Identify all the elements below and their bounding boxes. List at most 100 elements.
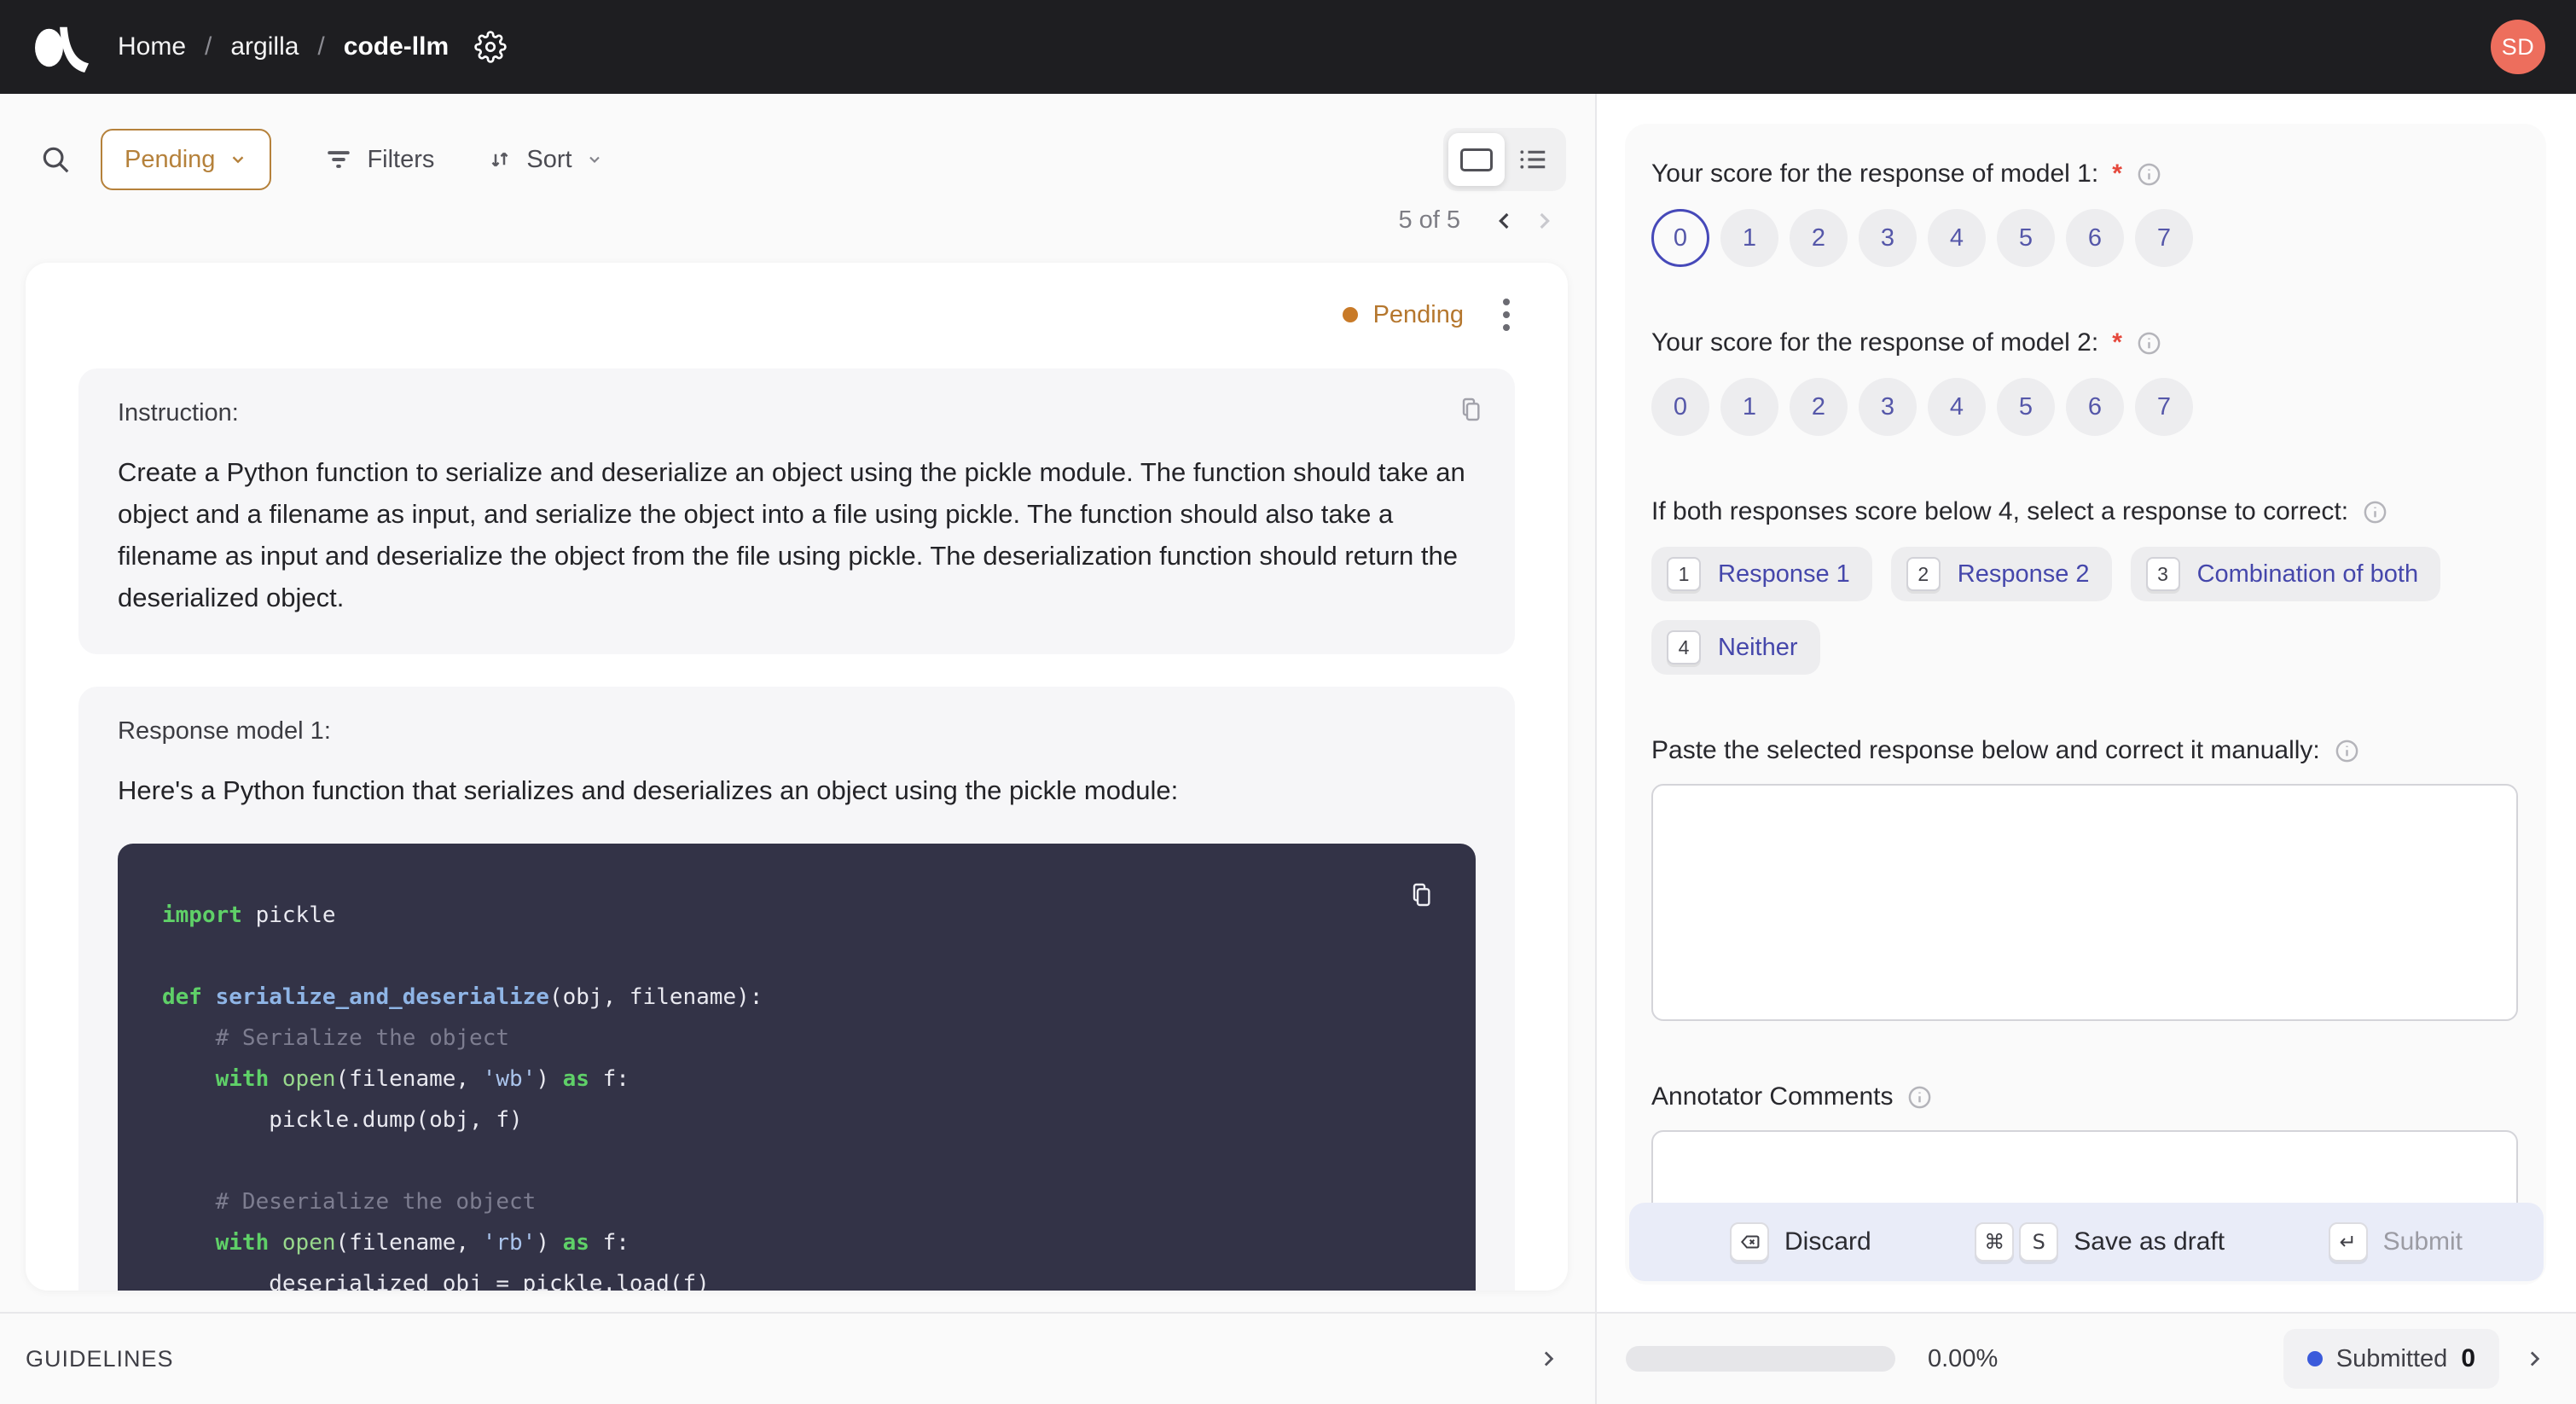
progress-bar-area: 0.00% Submitted 0 [1597,1314,2576,1404]
previous-record-button[interactable] [1491,207,1518,235]
argilla-logo-icon [31,20,92,73]
code-line: with open(filename, 'wb') as f: [215,1066,629,1092]
code-line: # Deserialize the object [215,1189,537,1215]
rating-option-7[interactable]: 7 [2135,378,2193,436]
save-draft-button[interactable]: ⌘ S Save as draft [1975,1222,2225,1262]
choice-option[interactable]: 1 Response 1 [1651,547,1872,601]
rating-option-7[interactable]: 7 [2135,209,2193,267]
breadcrumb-dataset[interactable]: code-llm [344,32,449,61]
rating-option-0[interactable]: 0 [1651,378,1709,436]
rating-option-5[interactable]: 5 [1997,209,2055,267]
chevron-down-icon [586,151,603,168]
pagination-label: 5 of 5 [1398,206,1460,234]
copy-icon [1457,396,1484,423]
rating-option-5[interactable]: 5 [1997,378,2055,436]
rating-scale-model-1: 01234567 [1651,209,2518,267]
question-label-q1: Your score for the response of model 1: … [1651,160,2518,189]
corrected-response-textarea[interactable] [1651,784,2518,1021]
code-line: import pickle [162,902,336,928]
discard-label: Discard [1784,1227,1871,1256]
guidelines-bar[interactable]: GUIDELINES [0,1314,1597,1404]
dataset-settings-button[interactable] [474,31,507,63]
rating-option-0[interactable]: 0 [1651,209,1709,267]
main-content: Pending Filters Sort 5 of 5 Pending Inst… [0,94,2576,1312]
card-view-icon [1460,148,1493,171]
filters-label: Filters [367,145,435,173]
submit-button[interactable]: ↵ Submit [2328,1222,2463,1262]
search-icon [39,143,72,176]
info-icon[interactable] [1906,1084,1933,1111]
submit-label: Submit [2382,1227,2463,1256]
instruction-field: Instruction: Create a Python function to… [78,368,1515,654]
status-filter-label: Pending [125,145,216,173]
rating-option-2[interactable]: 2 [1790,378,1848,436]
filter-icon [324,145,353,174]
rating-option-6[interactable]: 6 [2066,378,2124,436]
rating-option-6[interactable]: 6 [2066,209,2124,267]
info-icon[interactable] [2136,330,2162,357]
annotation-panel: Your score for the response of model 1: … [1597,94,2576,1312]
question-label-q2: Your score for the response of model 2: … [1651,328,2518,357]
submitted-counter[interactable]: Submitted 0 [2283,1329,2499,1389]
top-nav: Home / argilla / code-llm SD [0,0,2576,94]
code-line: pickle.dump(obj, f) [162,1107,523,1133]
shortcut-key-badge: 1 [1667,557,1701,591]
chevron-right-icon [1530,207,1558,235]
code-copy-button[interactable] [1407,881,1435,908]
choice-label: Combination of both [2196,560,2419,588]
rating-option-4[interactable]: 4 [1928,378,1986,436]
rating-scale-model-2: 01234567 [1651,378,2518,436]
sort-label: Sort [526,145,572,173]
backspace-key-icon [1730,1222,1769,1262]
info-icon[interactable] [2362,499,2388,525]
discard-button[interactable]: Discard [1730,1222,1871,1262]
question-label-q4: Paste the selected response below and co… [1651,736,2518,765]
question-label-q3: If both responses score below 4, select … [1651,497,2518,526]
card-view-button[interactable] [1448,133,1505,186]
choice-option[interactable]: 4 Neither [1651,620,1820,675]
question-form: Your score for the response of model 1: … [1625,124,2546,1285]
list-view-icon [1517,143,1549,176]
next-record-button[interactable] [1530,207,1558,235]
submitted-count: 0 [2461,1344,2475,1372]
rating-option-1[interactable]: 1 [1720,209,1778,267]
rating-option-3[interactable]: 3 [1859,209,1917,267]
record-menu-button[interactable] [1498,293,1515,336]
breadcrumb-home[interactable]: Home [118,32,186,61]
choice-option[interactable]: 2 Response 2 [1890,547,2112,601]
info-icon[interactable] [2334,738,2360,764]
save-draft-label: Save as draft [2074,1227,2225,1256]
bottom-bar: GUIDELINES 0.00% Submitted 0 [0,1312,2576,1404]
status-dot-icon [1342,307,1358,322]
question-text: Your score for the response of model 1: [1651,160,2099,188]
user-avatar[interactable]: SD [2491,20,2545,74]
submitted-label: Submitted [2335,1344,2448,1372]
status-filter-dropdown[interactable]: Pending [101,129,272,190]
record-status-row: Pending [78,293,1515,336]
code-block: import pickle def serialize_and_deserial… [118,844,1476,1291]
record-card: Pending Instruction: Create a Python fun… [26,263,1568,1291]
chevron-left-icon [1491,207,1518,235]
breadcrumb-workspace[interactable]: argilla [230,32,299,61]
rating-option-3[interactable]: 3 [1859,378,1917,436]
copy-button[interactable] [1457,396,1484,423]
required-marker: * [2112,160,2122,188]
question-text: Your score for the response of model 2: [1651,328,2099,357]
info-icon[interactable] [2136,161,2162,188]
rating-option-4[interactable]: 4 [1928,209,1986,267]
expand-metrics-button[interactable] [2521,1346,2547,1372]
choice-option[interactable]: 3 Combination of both [2130,547,2441,601]
question-text: If both responses score below 4, select … [1651,497,2349,525]
guidelines-label: GUIDELINES [26,1345,174,1372]
rating-option-2[interactable]: 2 [1790,209,1848,267]
sort-button[interactable]: Sort [487,146,602,174]
chevron-right-icon [2521,1346,2547,1372]
filters-button[interactable]: Filters [324,145,434,174]
response-to-correct-options: 1 Response 1 2 Response 2 3 Combination of bo… [1651,547,2470,675]
list-view-button[interactable] [1505,133,1561,186]
response-intro-text: Here's a Python function that serializes… [118,775,1179,805]
rating-option-1[interactable]: 1 [1720,378,1778,436]
submitted-dot-icon [2306,1351,2323,1366]
search-button[interactable] [39,143,72,176]
